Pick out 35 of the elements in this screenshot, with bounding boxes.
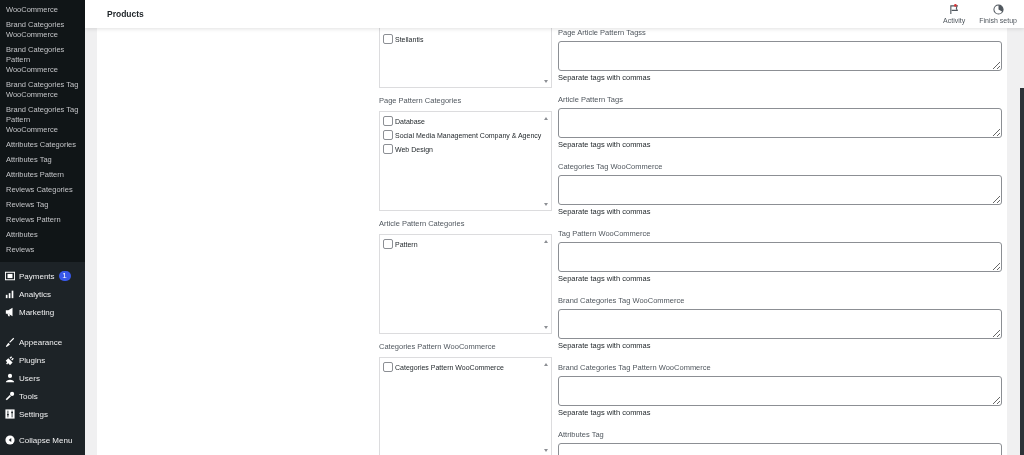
scroll-up-icon[interactable] [544, 240, 548, 243]
bar-chart-icon [5, 289, 15, 299]
tags-textarea[interactable] [558, 108, 1002, 138]
menu-item[interactable]: Analytics [19, 289, 51, 299]
page-title: Products [107, 9, 144, 19]
sliders-icon [5, 409, 15, 419]
menu-item[interactable]: Users [19, 373, 40, 383]
scroll-down-icon[interactable] [544, 449, 548, 452]
menu-item[interactable]: Plugins [19, 355, 46, 365]
payments-icon [5, 271, 15, 281]
tags-textarea[interactable] [558, 376, 1002, 406]
tags-textarea[interactable] [558, 41, 1002, 71]
collapse-icon [5, 435, 15, 445]
collapse-menu-button[interactable]: Collapse Menu [19, 435, 73, 445]
menu-item[interactable]: Tools [19, 391, 38, 401]
menu-item[interactable]: Appearance [19, 337, 63, 347]
scroll-down-icon[interactable] [544, 80, 548, 83]
plug-icon [5, 355, 15, 365]
paintbrush-icon [5, 337, 15, 347]
menu-item[interactable]: Payments [19, 271, 55, 281]
megaphone-icon [5, 307, 15, 317]
progress-circle-icon [992, 4, 1004, 15]
tags-textarea[interactable] [558, 309, 1002, 339]
scroll-up-icon[interactable] [544, 117, 548, 120]
menu-item[interactable]: Marketing [19, 307, 55, 317]
scroll-up-icon[interactable] [544, 363, 548, 366]
tags-textarea[interactable] [558, 175, 1002, 205]
count-badge: 1 [58, 271, 71, 281]
scrollbar[interactable] [1020, 88, 1024, 455]
menu-item[interactable]: Settings [19, 409, 48, 419]
tags-textarea[interactable] [558, 242, 1002, 272]
user-icon [5, 373, 15, 383]
scroll-down-icon[interactable] [544, 326, 548, 329]
flag-icon [948, 4, 960, 15]
scroll-down-icon[interactable] [544, 203, 548, 206]
